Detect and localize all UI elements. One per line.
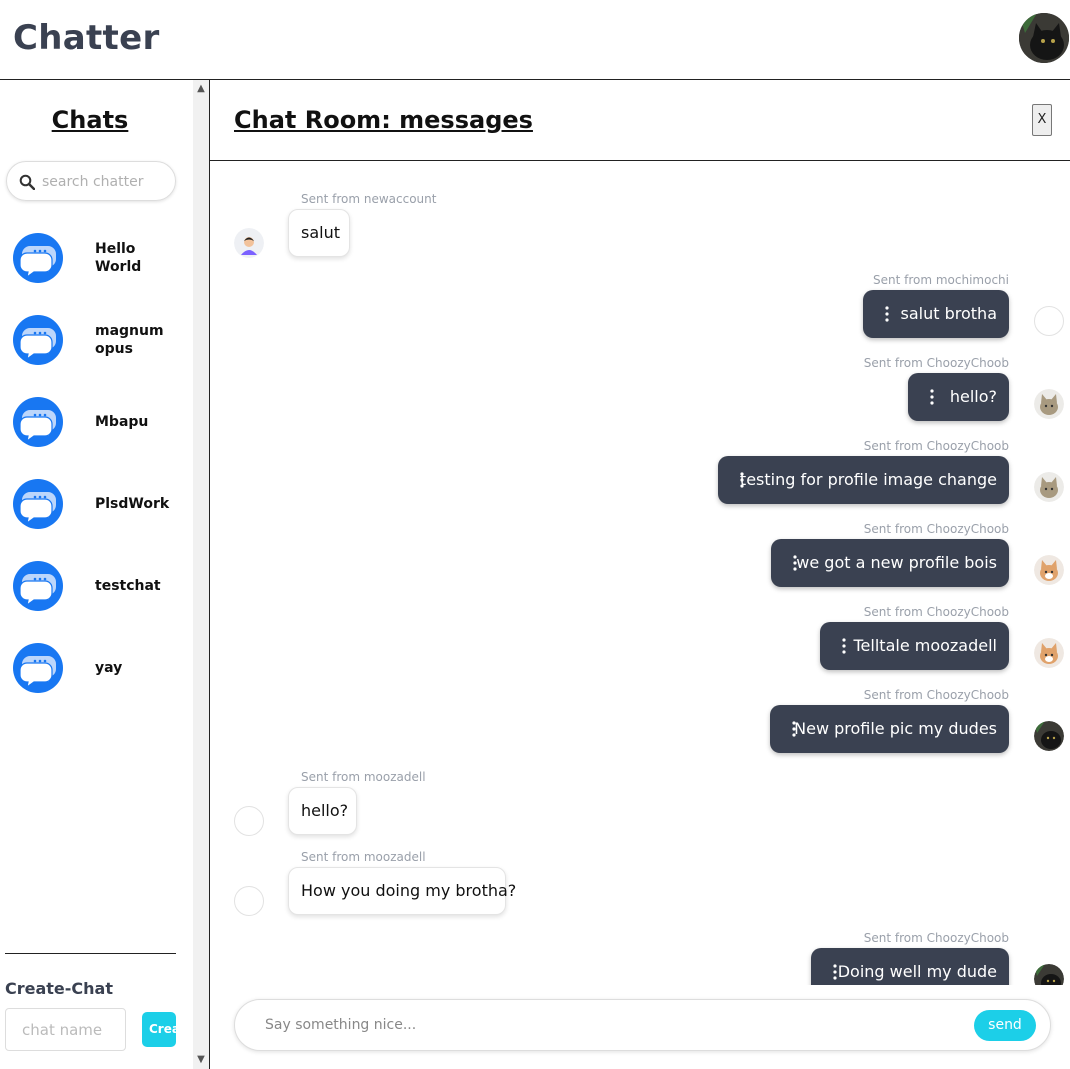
message-composer: send <box>234 999 1051 1051</box>
chat-bubbles-icon <box>13 397 63 447</box>
message-sender: Sent from ChoozyChoob <box>863 688 1009 702</box>
chat-bubbles-icon <box>13 561 63 611</box>
empty-avatar[interactable] <box>234 806 264 836</box>
chat-bubbles-icon <box>13 479 63 529</box>
more-options-icon[interactable] <box>791 719 797 739</box>
more-options-icon[interactable] <box>739 470 745 490</box>
message-text: New profile pic my dudes <box>794 719 997 738</box>
message-text: salut brotha <box>900 304 997 323</box>
user-avatar[interactable] <box>1019 13 1069 63</box>
chat-name: Hello World <box>95 241 142 275</box>
message-text: we got a new profile bois <box>796 553 997 572</box>
chat-name: yay <box>95 660 123 676</box>
chat-list-item[interactable]: PlsdWork <box>0 474 193 556</box>
more-options-icon[interactable] <box>841 636 847 656</box>
message-bubble[interactable]: salut <box>288 209 350 257</box>
message-text: hello? <box>949 387 997 406</box>
message-bubble[interactable]: hello? <box>288 787 357 835</box>
message-sender: Sent from ChoozyChoob <box>863 522 1009 536</box>
room-title: Chat Room: messages <box>234 106 533 134</box>
message-item: Sent from ChoozyChoob hello? <box>210 354 1070 430</box>
orange-cat-avatar[interactable] <box>1034 555 1064 585</box>
black-cat-icon <box>1019 13 1069 63</box>
message-item: Sent from ChoozyChoob testing for profile… <box>210 437 1070 513</box>
chat-list-item[interactable]: magnum opus <box>0 310 193 392</box>
message-item: Sent from mochimochi salut brotha <box>210 271 1070 347</box>
chat-name: testchat <box>95 578 161 594</box>
message-input[interactable] <box>265 1014 965 1036</box>
send-button[interactable]: send <box>974 1010 1036 1041</box>
message-item: Sent from ChoozyChoob we got a new profil… <box>210 520 1070 596</box>
search-box[interactable] <box>6 161 176 201</box>
message-text: testing for profile image change <box>739 470 997 489</box>
empty-avatar[interactable] <box>234 886 264 916</box>
message-sender: Sent from ChoozyChoob <box>863 356 1009 370</box>
chat-bubbles-icon <box>13 315 63 365</box>
message-sender: Sent from moozadell <box>301 770 426 784</box>
close-room-button[interactable]: X <box>1032 104 1052 136</box>
sidebar: Chats Hello World magnum opus Mbapu PlsdWor… <box>0 80 193 1069</box>
message-bubble[interactable]: New profile pic my dudes <box>770 705 1009 753</box>
message-bubble[interactable]: hello? <box>908 373 1009 421</box>
person-avatar[interactable] <box>234 228 264 258</box>
sidebar-divider <box>5 953 176 954</box>
chat-bubbles-icon <box>13 233 63 283</box>
chat-bubbles-icon <box>13 643 63 693</box>
message-item: Sent from newaccount salut <box>210 190 1070 266</box>
cat-avatar[interactable] <box>1034 389 1064 419</box>
chat-name-input[interactable] <box>5 1008 126 1051</box>
message-list[interactable]: Sent from newaccount salut Sent from mochi… <box>210 162 1070 985</box>
more-options-icon[interactable] <box>832 962 838 982</box>
chats-title: Chats <box>51 106 129 134</box>
more-options-icon[interactable] <box>792 553 798 573</box>
orange-cat-avatar[interactable] <box>1034 638 1064 668</box>
search-icon <box>19 174 35 190</box>
message-sender: Sent from moozadell <box>301 850 426 864</box>
chat-name: Mbapu <box>95 414 149 430</box>
app-title: Chatter <box>13 18 160 58</box>
message-item: Sent from ChoozyChoob New profile pic my … <box>210 686 1070 762</box>
message-item: Sent from moozadell hello? <box>210 768 1070 844</box>
message-sender: Sent from ChoozyChoob <box>863 931 1009 945</box>
top-bar: Chatter <box>0 0 1070 80</box>
black-cat-avatar[interactable] <box>1034 721 1064 751</box>
chat-name: magnum opus <box>95 323 164 357</box>
chat-list: Hello World magnum opus Mbapu PlsdWork testc… <box>0 228 193 720</box>
message-sender: Sent from mochimochi <box>872 273 1009 287</box>
chat-list-item[interactable]: Hello World <box>0 228 193 310</box>
chat-name: PlsdWork <box>95 496 170 512</box>
message-text: Doing well my dude <box>837 962 997 981</box>
message-sender: Sent from ChoozyChoob <box>863 439 1009 453</box>
message-bubble[interactable]: Telltale moozadell <box>820 622 1009 670</box>
message-bubble[interactable]: How you doing my brotha? <box>288 867 516 915</box>
search-input[interactable] <box>42 171 167 193</box>
message-sender: Sent from newaccount <box>301 192 437 206</box>
message-bubble[interactable]: Doing well my dude <box>811 948 1009 985</box>
message-sender: Sent from ChoozyChoob <box>863 605 1009 619</box>
message-bubble[interactable]: salut brotha <box>863 290 1009 338</box>
black-cat-avatar[interactable] <box>1034 964 1064 985</box>
chat-list-item[interactable]: yay <box>0 638 193 720</box>
more-options-icon[interactable] <box>929 387 935 407</box>
message-bubble[interactable]: we got a new profile bois <box>771 539 1009 587</box>
message-item: Sent from moozadell How you doing my brot… <box>210 848 1070 924</box>
room-header: Chat Room: messages X <box>210 80 1070 161</box>
message-bubble[interactable]: testing for profile image change <box>718 456 1009 504</box>
scroll-up-arrow-icon[interactable]: ▲ <box>193 82 209 96</box>
create-chat-button[interactable]: Create <box>142 1012 176 1047</box>
message-item: Sent from ChoozyChoob Telltale moozadell <box>210 603 1070 679</box>
empty-avatar[interactable] <box>1034 306 1064 336</box>
scroll-down-arrow-icon[interactable]: ▼ <box>193 1053 209 1067</box>
chat-list-item[interactable]: testchat <box>0 556 193 638</box>
message-item: Sent from ChoozyChoob Doing well my dude <box>210 929 1070 985</box>
sidebar-scrollbar[interactable]: ▲ ▼ <box>193 80 209 1069</box>
create-chat-label: Create-Chat <box>5 979 113 998</box>
chat-list-item[interactable]: Mbapu <box>0 392 193 474</box>
message-text: Telltale moozadell <box>853 636 998 655</box>
more-options-icon[interactable] <box>884 304 890 324</box>
cat-avatar[interactable] <box>1034 472 1064 502</box>
